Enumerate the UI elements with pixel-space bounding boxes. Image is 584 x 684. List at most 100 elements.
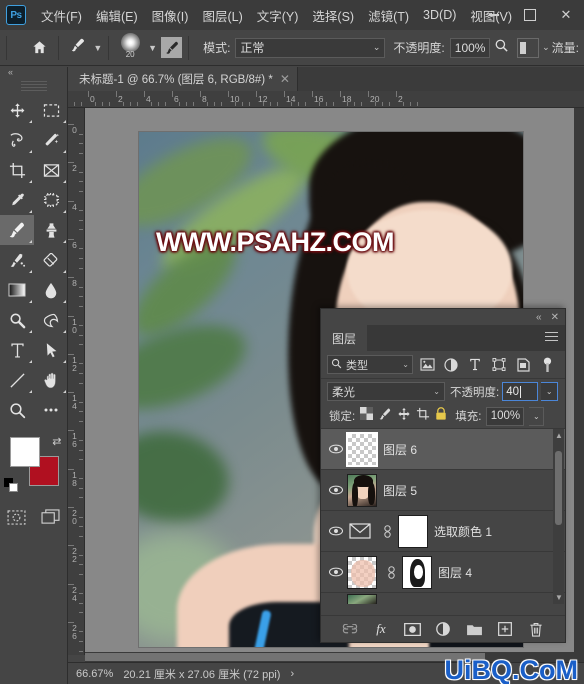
adjustment-layer-icon[interactable] (347, 515, 373, 548)
status-expand-icon[interactable]: › (290, 668, 294, 680)
crop-tool[interactable] (0, 155, 34, 185)
new-layer-icon[interactable] (496, 620, 514, 638)
chevron-down-icon[interactable]: ▼ (93, 43, 102, 53)
zoom-tool[interactable] (0, 395, 34, 425)
brush-size-preview[interactable]: 20 (115, 32, 145, 63)
layer-thumbnail[interactable] (346, 431, 378, 467)
table-row[interactable] (321, 593, 565, 604)
brush-preset-picker[interactable]: ▼ (64, 37, 102, 59)
foreground-color-swatch[interactable] (9, 437, 40, 467)
table-row[interactable]: 图层 6 (321, 429, 565, 470)
mask-link-icon[interactable] (379, 524, 395, 538)
layer-opacity-slider-toggle[interactable]: ⌄ (541, 382, 559, 401)
slice-tool[interactable] (34, 155, 68, 185)
clone-stamp-tool[interactable] (34, 215, 68, 245)
layer-mask-thumbnail[interactable] (402, 555, 432, 589)
chevron-down-icon[interactable]: ⌄ (542, 42, 550, 53)
layer-type-filter-select[interactable]: 类型 ⌄ (327, 355, 413, 374)
layer-visibility-icon[interactable] (325, 444, 347, 454)
shape-filter-icon[interactable] (489, 358, 509, 371)
scroll-up-arrow-icon[interactable]: ▲ (555, 431, 563, 440)
layer-list[interactable]: 图层 6 图层 5 选取颜色 1 图层 4 ▲ ▼ (321, 429, 565, 604)
magic-wand-tool[interactable] (34, 125, 68, 155)
minimize-button[interactable] (476, 0, 512, 30)
hand-tool[interactable] (34, 365, 68, 395)
tab-layers[interactable]: 图层 (321, 325, 368, 351)
lock-image-pixels-icon[interactable] (378, 407, 392, 426)
table-row[interactable]: 图层 5 (321, 470, 565, 511)
layer-visibility-icon[interactable] (325, 567, 347, 577)
layer-list-scrollbar[interactable]: ▲ ▼ (553, 429, 564, 604)
swap-colors-icon[interactable]: ⇄ (52, 435, 61, 448)
layer-style-fx-icon[interactable]: fx (372, 620, 390, 638)
spot-healing-brush-tool[interactable] (34, 185, 68, 215)
menu-file[interactable]: 文件(F) (34, 2, 89, 29)
move-tool[interactable] (0, 95, 34, 125)
lock-all-icon[interactable] (435, 406, 447, 426)
brush-tool[interactable] (0, 215, 34, 245)
airbrush-toggle-button[interactable] (161, 37, 183, 58)
eyedropper-tool[interactable] (0, 185, 34, 215)
blend-mode-select[interactable]: 正常 ⌄ (235, 37, 386, 58)
menu-edit[interactable]: 编辑(E) (89, 2, 145, 29)
lasso-tool[interactable] (0, 125, 34, 155)
layer-name[interactable]: 图层 4 (438, 564, 472, 581)
opacity-input[interactable]: 100% (449, 37, 491, 58)
default-colors-icon[interactable] (3, 478, 19, 493)
add-mask-icon[interactable] (403, 620, 421, 638)
layer-thumbnail[interactable] (347, 593, 377, 604)
delete-layer-icon[interactable] (527, 620, 545, 638)
layer-thumbnail[interactable] (347, 555, 377, 589)
rectangular-marquee-tool[interactable] (34, 95, 68, 125)
layer-fill-input[interactable]: 100% (486, 406, 525, 426)
blur-tool[interactable] (34, 275, 68, 305)
layer-visibility-icon[interactable] (325, 485, 347, 495)
collapse-tools-icon[interactable]: « (0, 67, 67, 81)
gradient-tool[interactable] (0, 275, 34, 305)
layer-name[interactable]: 图层 6 (383, 441, 417, 458)
brush-settings-chevron-icon[interactable]: ▼ (148, 43, 157, 53)
smart-object-filter-icon[interactable] (513, 357, 533, 372)
menu-layer[interactable]: 图层(L) (195, 2, 249, 29)
dodge-tool[interactable] (0, 305, 34, 335)
close-button[interactable]: ✕ (548, 0, 584, 30)
tablet-pressure-icon[interactable] (517, 37, 540, 58)
collapse-panel-icon[interactable]: « (536, 312, 542, 323)
link-layers-icon[interactable] (341, 620, 359, 638)
pixel-filter-icon[interactable] (417, 358, 437, 371)
filter-toggle-icon[interactable] (537, 357, 557, 373)
history-brush-tool[interactable] (0, 245, 34, 275)
menu-type[interactable]: 文字(Y) (250, 2, 306, 29)
screen-mode-icon[interactable] (37, 505, 63, 529)
scroll-down-arrow-icon[interactable]: ▼ (555, 593, 563, 602)
layer-name[interactable]: 选取颜色 1 (434, 523, 492, 540)
zoom-level[interactable]: 66.67% (76, 668, 113, 680)
new-group-icon[interactable] (465, 620, 483, 638)
mask-link-icon[interactable] (383, 565, 399, 579)
lock-artboard-icon[interactable] (416, 407, 430, 426)
layer-name[interactable]: 图层 5 (383, 482, 417, 499)
vertical-scrollbar[interactable] (574, 108, 584, 655)
adjustment-filter-icon[interactable] (441, 357, 461, 372)
document-tab[interactable]: 未标题-1 @ 66.7% (图层 6, RGB/8#) * ✕ (68, 67, 298, 91)
type-tool[interactable] (0, 335, 34, 365)
quick-mask-icon[interactable] (4, 505, 30, 529)
layer-opacity-input[interactable]: 40 (502, 382, 539, 401)
maximize-button[interactable] (512, 0, 548, 30)
home-icon[interactable] (27, 40, 52, 55)
layer-list-scroll-thumb[interactable] (555, 451, 562, 525)
tools-grip[interactable] (20, 81, 47, 91)
menu-3d[interactable]: 3D(D) (416, 4, 463, 26)
pen-tool[interactable] (34, 305, 68, 335)
table-row[interactable]: 选取颜色 1 (321, 511, 565, 552)
panel-menu-icon[interactable] (545, 332, 558, 344)
menu-select[interactable]: 选择(S) (305, 2, 361, 29)
table-row[interactable]: 图层 4 (321, 552, 565, 593)
layer-thumbnail[interactable] (347, 473, 377, 507)
line-tool[interactable] (0, 365, 34, 395)
menu-filter[interactable]: 滤镜(T) (361, 2, 416, 29)
menu-image[interactable]: 图像(I) (145, 2, 196, 29)
layer-fill-slider-toggle[interactable]: ⌄ (529, 406, 545, 426)
lock-transparent-pixels-icon[interactable] (360, 407, 374, 425)
layer-visibility-icon[interactable] (325, 526, 347, 536)
